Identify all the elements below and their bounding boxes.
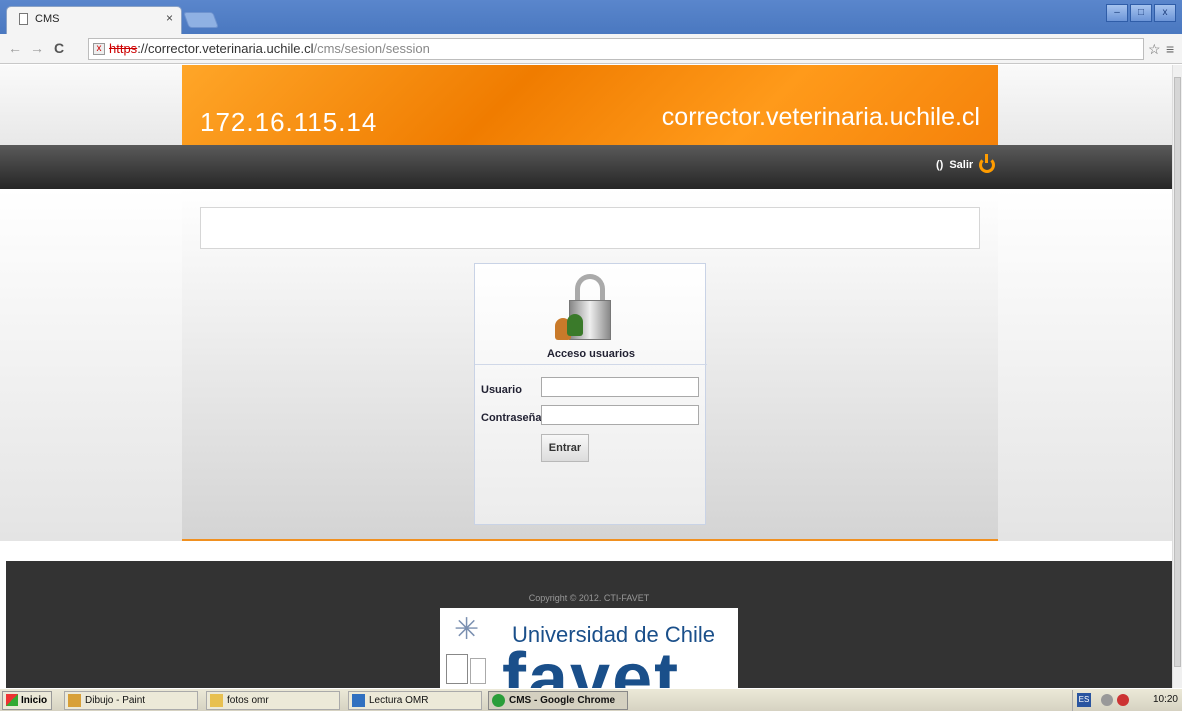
insecure-lock-icon: x	[93, 43, 105, 55]
taskbar-item-omr[interactable]: Lectura OMR	[348, 691, 482, 710]
language-indicator[interactable]: ES	[1077, 693, 1091, 707]
taskbar-item-label: CMS - Google Chrome	[509, 695, 616, 706]
shield-icon	[446, 654, 468, 684]
power-icon	[979, 154, 996, 173]
tab-title: CMS	[35, 13, 60, 25]
taskbar-item-label: fotos omr	[227, 695, 269, 706]
taskbar-item-chrome[interactable]: CMS - Google Chrome	[488, 691, 628, 710]
user-name: ()	[936, 159, 944, 171]
taskbar-item-folder[interactable]: fotos omr	[206, 691, 340, 710]
lock-users-icon	[553, 274, 623, 344]
scroll-thumb[interactable]	[1174, 77, 1181, 667]
footer: Copyright © 2012. CTI-FAVET ✳ Universida…	[6, 561, 1172, 688]
window-icon	[352, 694, 365, 707]
emblem-icon	[470, 658, 486, 684]
vertical-scrollbar[interactable]	[1172, 65, 1182, 688]
network-icon[interactable]	[1101, 694, 1113, 706]
windows-taskbar: Inicio Dibujo - Paint fotos omr Lectura …	[0, 688, 1182, 711]
copyright: Copyright © 2012. CTI-FAVET	[528, 593, 650, 603]
login-button[interactable]: Entrar	[541, 434, 589, 462]
browser-tab[interactable]: CMS ×	[6, 6, 182, 34]
url-protocol: https	[109, 41, 138, 56]
close-window-icon[interactable]: x	[1154, 4, 1176, 22]
forward-icon[interactable]: →	[30, 40, 44, 56]
address-bar[interactable]: x https://corrector.veterinaria.uchile.c…	[88, 38, 1144, 60]
start-button[interactable]: Inicio	[2, 691, 53, 710]
windows-logo-icon	[6, 694, 18, 706]
maximize-icon[interactable]: □	[1130, 4, 1152, 22]
url-path: /cms/sesion/session	[313, 41, 430, 56]
taskbar-item-label: Lectura OMR	[369, 695, 429, 706]
back-icon[interactable]: ←	[8, 40, 22, 56]
password-input[interactable]	[541, 405, 699, 425]
antivirus-icon[interactable]	[1117, 694, 1129, 706]
folder-icon	[210, 694, 223, 707]
bookmark-star-icon[interactable]: ☆	[1148, 41, 1161, 58]
banner-host: corrector.veterinaria.uchile.cl	[661, 103, 980, 131]
university-logo: ✳ Universidad de Chile favet	[440, 608, 738, 688]
login-title: Acceso usuarios	[546, 348, 636, 360]
start-label: Inicio	[21, 695, 48, 706]
page-icon	[19, 13, 28, 25]
toolbar: ← → C x https://corrector.veterinaria.uc…	[0, 34, 1182, 64]
divider	[475, 364, 707, 365]
paint-icon	[68, 694, 81, 707]
taskbar-item-label: Dibujo - Paint	[85, 695, 146, 706]
main-content: Acceso usuarios Usuario Contraseña Entra…	[182, 189, 998, 541]
star-emblem-icon: ✳	[454, 613, 480, 646]
taskbar-item-paint[interactable]: Dibujo - Paint	[64, 691, 198, 710]
password-label: Contraseña	[481, 412, 542, 424]
close-tab-icon[interactable]: ×	[166, 11, 173, 25]
menu-icon[interactable]: ≡	[1166, 41, 1174, 57]
new-tab-button[interactable]	[183, 12, 219, 28]
message-box	[200, 207, 980, 249]
window-controls: – □ x	[1106, 4, 1176, 22]
site-banner: 172.16.115.14 corrector.veterinaria.uchi…	[182, 65, 998, 145]
reload-icon[interactable]: C	[54, 40, 64, 56]
username-input[interactable]	[541, 377, 699, 397]
system-tray: ES 10:20	[1072, 690, 1182, 711]
logout-label: Salir	[949, 159, 974, 171]
url-host: ://corrector.veterinaria.uchile.cl	[137, 41, 314, 56]
login-panel: Acceso usuarios Usuario Contraseña Entra…	[474, 263, 707, 525]
banner-ip: 172.16.115.14	[200, 107, 378, 137]
web-page: 172.16.115.14 corrector.veterinaria.uchi…	[0, 65, 1172, 688]
logout-link[interactable]: () Salir	[936, 154, 996, 173]
browser-tab-strip: CMS × – □ x	[0, 0, 1182, 34]
minimize-icon[interactable]: –	[1106, 4, 1128, 22]
username-label: Usuario	[481, 384, 522, 396]
chrome-icon	[492, 694, 505, 707]
navigation-bar: () Salir	[0, 145, 1172, 189]
clock: 10:20	[1152, 694, 1178, 705]
logo-faculty-name: favet	[502, 639, 681, 688]
